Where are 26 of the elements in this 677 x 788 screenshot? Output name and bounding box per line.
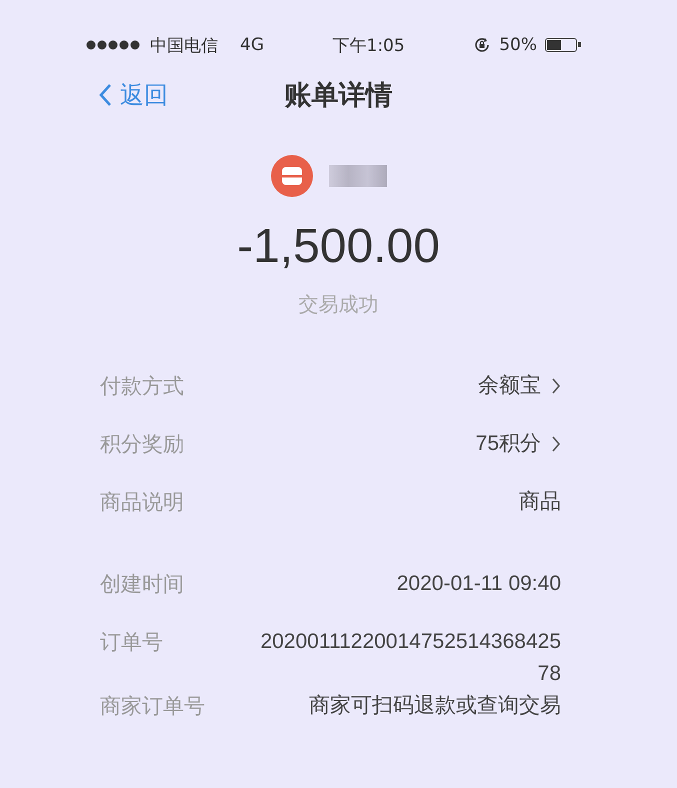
row-value: 2020-01-11 09:40 [396,571,561,597]
carrier-name: 中国电信 [150,34,218,56]
battery-percent: 50% [499,35,537,55]
rotation-lock-icon [473,36,492,54]
row-label: 创建时间 [100,571,184,598]
row-value: 商家可扫码退款或查询交易 [309,693,561,719]
row-value: 商品 [519,489,561,515]
row-label: 商品说明 [100,489,184,516]
chevron-right-icon[interactable] [551,435,561,453]
pixelated-name [328,165,386,187]
row-label: 付款方式 [100,373,184,400]
network-type: 4G [240,35,264,55]
row-label: 商家订单号 [100,693,205,720]
row-label: 订单号 [100,629,163,656]
chevron-left-icon [98,83,112,107]
signal-icon [86,40,142,50]
page-title: 账单详情 [284,79,392,113]
chevron-right-icon[interactable] [551,377,561,395]
clock-time: 下午1:05 [332,34,405,56]
merchant-logo-icon [270,155,312,197]
transaction-status: 交易成功 [298,291,380,318]
row-label: 积分奖励 [100,431,184,458]
amount: -1,500.00 [236,219,441,274]
row-value: 2020011122001475251436842578 [259,629,561,687]
row-value[interactable]: 余额宝 [478,370,541,402]
row-value[interactable]: 75积分 [476,428,541,460]
